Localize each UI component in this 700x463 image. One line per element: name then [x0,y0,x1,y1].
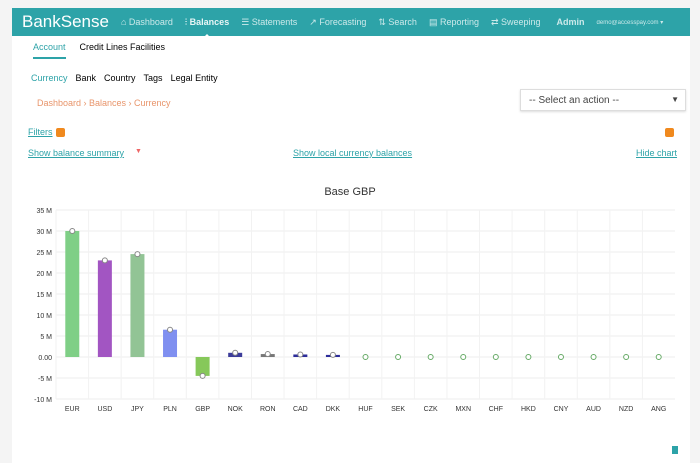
x-tick-label: GBP [195,406,210,413]
point-mxn [460,354,467,360]
point-ron [264,351,271,358]
point-cny [557,354,564,360]
y-tick-label: 10 M [36,313,52,320]
x-tick-label: HKD [521,406,536,413]
point-sek [395,354,402,360]
x-tick-label: JPY [131,406,144,413]
x-tick-label: HUF [358,406,372,413]
y-tick-label: 20 M [36,271,52,278]
point-chf [492,354,499,360]
bar-jpy [130,254,145,357]
bar-eur [65,231,80,357]
point-czk [427,354,434,360]
x-tick-label: PLN [163,406,177,413]
y-tick-label: 25 M [36,250,52,257]
x-tick-label: RON [260,406,276,413]
y-tick-label: 0.00 [38,355,52,362]
x-tick-label: CZK [424,406,438,413]
y-tick-label: 35 M [36,208,52,215]
y-tick-label: 30 M [36,229,52,236]
y-tick-label: -5 M [38,376,52,383]
y-tick-label: 15 M [36,292,52,299]
balance-chart: 35 M 30 M 25 M 20 M 15 M 10 M 5 M 0.00 -5 M -10 M… [34,208,675,413]
bar-pln [163,329,178,357]
x-tick-label: DKK [326,406,341,413]
x-tick-label: ANG [651,406,666,413]
x-tick-label: USD [97,406,112,413]
x-tick-label: EUR [65,406,80,413]
point-pln [167,326,174,333]
x-tick-label: NOK [228,406,244,413]
bar-usd [97,260,112,357]
point-huf [362,354,369,360]
y-tick-label: 5 M [40,334,52,341]
y-tick-label: -10 M [34,397,52,404]
point-nzd [623,354,630,360]
x-tick-label: NZD [619,406,633,413]
point-aud [590,354,597,360]
point-jpy [134,251,141,258]
point-cad [297,351,304,358]
x-tick-label: MXN [455,406,471,413]
x-tick-label: SEK [391,406,405,413]
point-gbp [199,372,206,379]
point-nok [232,349,239,356]
scroll-icon[interactable] [672,446,678,454]
x-tick-label: CNY [554,406,569,413]
x-tick-label: CAD [293,406,308,413]
x-tick-label: CHF [489,406,503,413]
point-hkd [525,354,532,360]
point-ang [655,354,662,360]
point-eur [69,228,76,234]
point-dkk [329,351,336,358]
x-tick-label: AUD [586,406,601,413]
point-usd [101,257,108,264]
